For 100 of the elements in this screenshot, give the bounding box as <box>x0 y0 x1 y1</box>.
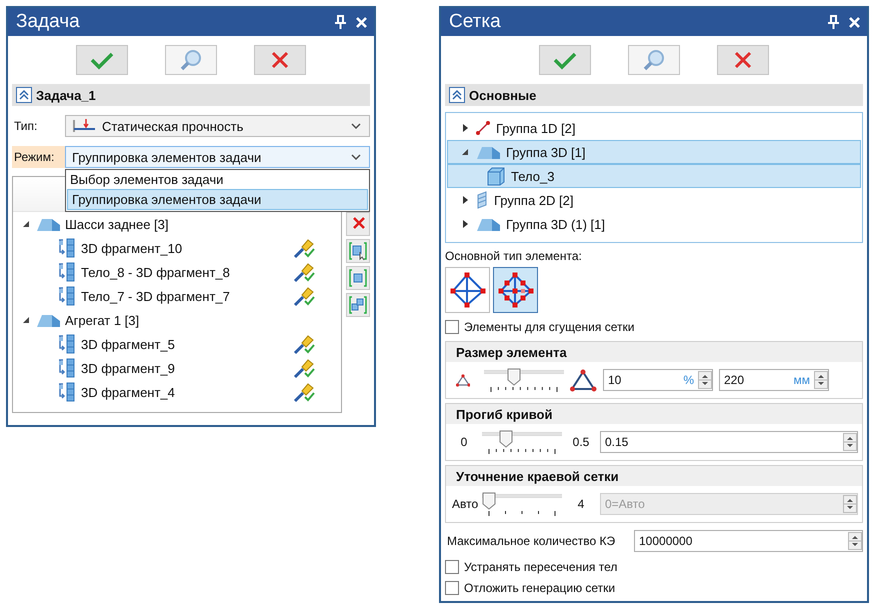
spin-field[interactable]: 10000000 <box>634 530 863 552</box>
spin-field[interactable]: 220 мм <box>719 369 829 391</box>
collapse-icon[interactable] <box>16 87 32 103</box>
checkbox-label: Элементы для сгущения сетки <box>464 320 634 334</box>
unit-label: мм <box>794 373 810 387</box>
line-icon <box>475 120 491 136</box>
checkbox[interactable] <box>445 560 459 574</box>
strength-icon <box>72 119 96 133</box>
ok-button[interactable] <box>539 45 591 75</box>
slider-thumb[interactable] <box>507 368 522 386</box>
menu-option[interactable]: Выбор элементов задачи <box>66 170 369 189</box>
tree-row[interactable]: Группа 3D (1) [1] <box>447 212 861 236</box>
fragment-icon <box>57 262 77 282</box>
checkbox-label: Устранять пересечения тел <box>464 560 618 574</box>
small-triangle-icon <box>456 374 470 386</box>
brush-icon[interactable] <box>293 357 315 379</box>
expand-arrow-icon[interactable] <box>460 195 470 205</box>
delete-button[interactable] <box>346 212 370 236</box>
expand-arrow-icon[interactable] <box>21 315 31 325</box>
tree-item-label: Группа 2D [2] <box>494 192 574 208</box>
group-title: Уточнение краевой сетки <box>446 466 862 486</box>
expand-arrow-icon[interactable] <box>460 147 470 157</box>
large-triangle-icon <box>570 368 597 392</box>
checkbox[interactable] <box>445 580 459 594</box>
select-button[interactable] <box>346 239 370 263</box>
wedge-icon <box>35 216 61 232</box>
expand-arrow-icon[interactable] <box>21 219 31 229</box>
ok-button[interactable] <box>76 45 128 75</box>
brush-icon[interactable] <box>293 381 315 403</box>
tree-row[interactable]: Группа 2D [2] <box>447 188 861 212</box>
cube-icon <box>486 166 506 186</box>
tree-row[interactable]: Тело_3 <box>447 164 861 188</box>
brush-icon[interactable] <box>293 333 315 355</box>
bracket-cube-icon <box>347 240 369 262</box>
section-title: Основные <box>469 88 536 102</box>
bodies-button[interactable] <box>346 293 370 317</box>
tree-item[interactable]: 3D фрагмент_5 <box>81 336 175 352</box>
spinner-icon[interactable] <box>843 433 857 451</box>
fragment-icon <box>57 238 77 258</box>
magnifier-icon <box>180 49 202 71</box>
panel-title: Задача <box>16 11 80 33</box>
tree-item[interactable]: Тело_8 - 3D фрагмент_8 <box>81 264 230 280</box>
fragment-icon <box>57 286 77 306</box>
chevron-icon <box>351 123 361 129</box>
close-icon[interactable] <box>848 16 861 28</box>
sheet-icon <box>475 191 489 209</box>
tree-row[interactable]: Группа 1D [2] <box>447 116 861 140</box>
section-title: Задача_1 <box>36 88 96 102</box>
spin-field[interactable]: 0.15 <box>600 431 858 453</box>
type-dropdown[interactable]: Статическая прочность <box>65 115 370 137</box>
spinner-icon[interactable] <box>698 371 712 389</box>
tree-item[interactable]: Шасси заднее [3] <box>65 216 168 232</box>
spinner-icon[interactable] <box>848 532 862 550</box>
mode-dropdown[interactable]: Группировка элементов задачи <box>65 146 370 168</box>
close-icon[interactable] <box>355 16 368 28</box>
tree-item-label: Группа 3D [1] <box>506 144 586 160</box>
tree-row[interactable]: Группа 3D [1] <box>447 140 861 164</box>
tree-item-label: Группа 1D [2] <box>496 120 576 136</box>
slider-thumb[interactable] <box>498 430 512 448</box>
tree-item[interactable]: 3D фрагмент_9 <box>81 360 175 376</box>
panel-title: Сетка <box>449 11 501 33</box>
tree-item[interactable]: 3D фрагмент_4 <box>81 384 175 400</box>
collapse-icon[interactable] <box>449 87 465 103</box>
min-label: 0 <box>460 435 468 449</box>
checkbox-label: Отложить генерацию сетки <box>464 580 616 594</box>
group-title: Размер элемента <box>446 342 862 362</box>
wedge-icon <box>475 144 501 160</box>
brush-icon[interactable] <box>293 237 315 259</box>
max-label: 4 <box>576 497 586 511</box>
fragment-icon <box>57 334 77 354</box>
element-type-button[interactable] <box>445 267 490 313</box>
checkbox[interactable] <box>445 320 459 334</box>
expand-arrow-icon[interactable] <box>460 123 470 133</box>
tree-item[interactable]: Агрегат 1 [3] <box>65 312 140 328</box>
brush-icon[interactable] <box>293 285 315 307</box>
wedge-icon <box>475 216 501 232</box>
tetra-element-icon <box>448 271 486 309</box>
expand-arrow-icon[interactable] <box>460 219 470 229</box>
body-button[interactable] <box>346 266 370 290</box>
group-title: Прогиб кривой <box>446 404 862 424</box>
element-type-button[interactable] <box>493 267 538 313</box>
pin-icon[interactable] <box>827 14 840 30</box>
tree-item[interactable]: Тело_7 - 3D фрагмент_7 <box>81 288 230 304</box>
unit-label: % <box>683 373 694 387</box>
field-label: Тип: <box>13 118 38 135</box>
menu-option[interactable]: Группировка элементов задачи <box>67 189 368 210</box>
pin-icon[interactable] <box>334 14 347 30</box>
cancel-button[interactable] <box>717 45 769 75</box>
tree-item[interactable]: 3D фрагмент_10 <box>81 240 182 256</box>
spinner-icon[interactable] <box>814 371 828 389</box>
fragment-icon <box>57 382 77 402</box>
spin-field[interactable]: 10 % <box>603 369 713 391</box>
field-label: Максимальное количество КЭ <box>446 534 616 548</box>
check-icon <box>552 50 578 70</box>
min-label: Авто <box>452 497 476 511</box>
brush-icon[interactable] <box>293 261 315 283</box>
tree-item-label: Группа 3D (1) [1] <box>506 216 605 232</box>
cancel-button[interactable] <box>254 45 306 75</box>
bracket-cube-icon <box>347 294 369 316</box>
cross-icon <box>734 51 752 69</box>
